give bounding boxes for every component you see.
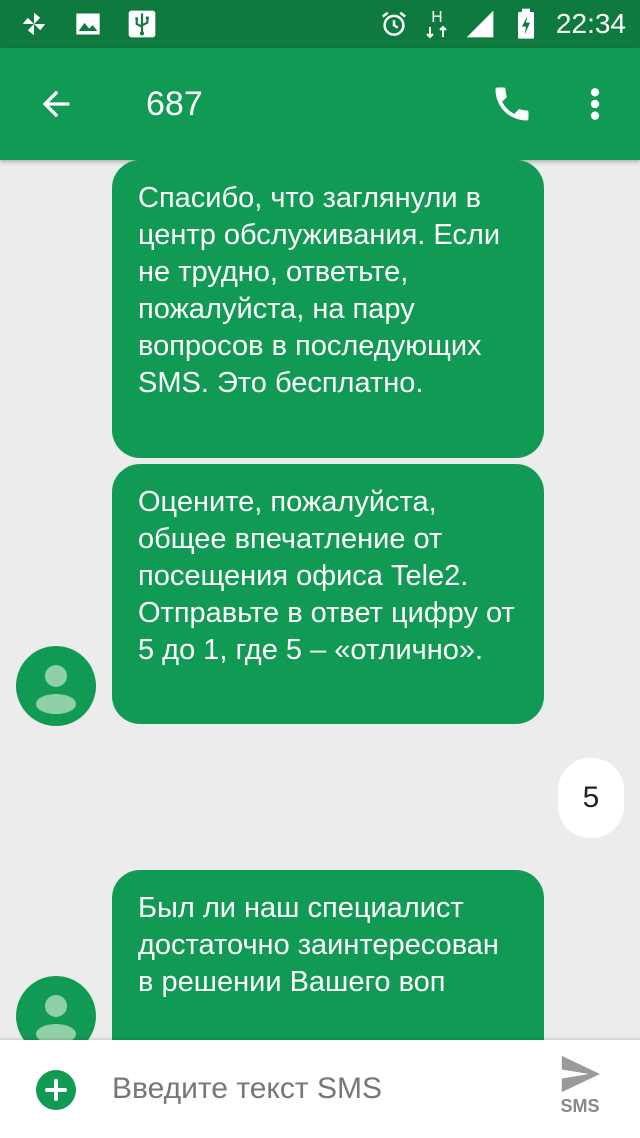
message-text: Спасибо, что заглянули в центр обслужива… bbox=[138, 182, 501, 399]
phone-icon[interactable] bbox=[490, 82, 534, 126]
signal-icon bbox=[464, 8, 496, 40]
more-vert-icon[interactable] bbox=[580, 84, 610, 124]
send-label: SMS bbox=[560, 1096, 600, 1116]
plus-icon bbox=[45, 1079, 67, 1101]
conversation-title: 687 bbox=[146, 85, 203, 123]
app-toolbar: 687 bbox=[0, 48, 640, 160]
send-icon bbox=[561, 1055, 600, 1093]
battery-charging-icon bbox=[510, 8, 542, 40]
network-type-label: H bbox=[431, 7, 443, 26]
arrow-back-icon[interactable] bbox=[36, 84, 76, 124]
compose-bar: SMS bbox=[0, 1040, 640, 1138]
usb-icon bbox=[126, 8, 158, 40]
message-bubble-outgoing[interactable]: 5 bbox=[558, 758, 624, 838]
message-input[interactable] bbox=[112, 1066, 532, 1112]
status-bar: H 22:34 bbox=[0, 0, 640, 48]
message-list[interactable]: Спасибо, что заглянули в центр обслужива… bbox=[0, 160, 640, 1040]
send-button[interactable]: SMS bbox=[548, 1054, 612, 1130]
message-bubble-incoming[interactable]: Оцените, пожалуйста, общее впечатление о… bbox=[112, 464, 544, 724]
contact-avatar[interactable] bbox=[16, 646, 96, 726]
clock: 22:34 bbox=[555, 8, 626, 39]
add-attachment-button[interactable] bbox=[36, 1070, 76, 1110]
message-text: Оцените, пожалуйста, общее впечатление о… bbox=[138, 486, 515, 666]
message-bubble-incoming[interactable]: Спасибо, что заглянули в центр обслужива… bbox=[112, 160, 544, 458]
network-arrows-icon bbox=[426, 25, 447, 39]
pinwheel-icon bbox=[18, 8, 50, 40]
alarm-icon bbox=[378, 8, 410, 40]
network-type-indicator: H bbox=[424, 9, 450, 39]
message-text: Был ли наш специалист достаточно заинтер… bbox=[138, 892, 499, 998]
contact-avatar[interactable] bbox=[16, 976, 96, 1040]
message-bubble-incoming[interactable]: Был ли наш специалист достаточно заинтер… bbox=[112, 870, 544, 1040]
image-icon bbox=[72, 8, 104, 40]
message-text: 5 bbox=[582, 781, 600, 814]
person-icon bbox=[36, 995, 76, 1040]
person-icon bbox=[36, 665, 76, 714]
